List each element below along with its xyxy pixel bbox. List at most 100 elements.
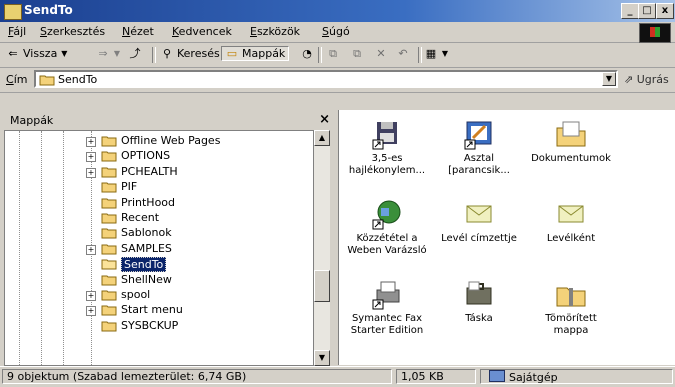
copy-to-button[interactable]: ⧉ [350,47,364,60]
expand-toggle-icon[interactable]: + [86,306,96,317]
file-item[interactable]: Táska [433,278,525,325]
forward-button[interactable]: ⇒ ▼ [96,47,121,60]
desktop-shortcut-icon [464,121,492,150]
folder-icon [101,290,117,301]
status-zone: Sajátgép [480,369,673,384]
copy-to-icon: ⧉ [353,47,361,60]
file-item[interactable]: Tömörített mappa [525,278,617,337]
tree-item-label: Offline Web Pages [121,134,221,147]
file-list-pane: 3,5-es hajlékonylem... Asztal [parancsik...… [338,110,675,365]
status-size: 1,05 KB [396,369,476,384]
history-icon: ◔ [302,47,312,60]
tree-item[interactable]: + PCHEALTH [5,164,313,180]
file-label-line1: Tömörített [545,313,597,324]
file-label-line1: Táska [465,313,493,324]
file-item-label: 3,5-es hajlékonylem... [341,153,433,177]
expand-toggle-icon[interactable]: + [86,152,96,163]
folder-icon [101,136,117,147]
menu-favorites[interactable]: Kedvencek [172,25,232,38]
my-documents-icon [556,121,586,147]
folder-icon [101,244,117,255]
go-label: Ugrás [636,73,669,86]
close-pane-button[interactable]: × [319,112,330,127]
dropdown-arrow-icon: ▼ [61,49,68,58]
file-item[interactable]: Közzététel a Weben Varázsló [341,198,433,257]
scroll-thumb[interactable] [314,270,330,302]
file-item[interactable]: Levélként [525,198,617,245]
tree-item[interactable]: SendTo [5,257,313,273]
close-button[interactable]: x [656,3,674,19]
dropdown-arrow-icon: ▼ [441,49,449,58]
tree-item[interactable]: ShellNew [5,272,313,288]
file-item[interactable]: Levél címzettje [433,198,525,245]
tree-item[interactable]: + Offline Web Pages [5,134,313,149]
tree-item-label: PCHEALTH [121,164,178,178]
tree-item[interactable]: Sablonok [5,226,313,241]
move-to-button[interactable]: ⧉ [326,47,340,60]
search-button[interactable]: ⚲ Keresés [160,47,220,60]
menu-edit[interactable]: Szerkesztés [40,25,105,38]
folders-button[interactable]: ▭ Mappák [221,46,290,61]
expand-toggle-icon[interactable]: + [86,167,96,178]
address-input[interactable]: SendTo ▼ [34,70,618,88]
file-label-line2: Weben Varázsló [347,245,427,256]
tree-item[interactable]: + OPTIONS [5,149,313,164]
file-label-line1: 3,5-es [371,153,403,164]
menu-help[interactable]: Súgó [322,25,350,38]
tree-item[interactable]: + SAMPLES [5,242,313,257]
scroll-up-button[interactable]: ▲ [314,130,330,146]
address-dropdown-button[interactable]: ▼ [602,72,616,86]
go-button[interactable]: ⇗ Ugrás [624,73,669,86]
file-label-line2: [parancsik... [448,165,510,176]
views-button[interactable]: ▦ ▼ [424,47,449,60]
up-folder-button[interactable]: ⤴ [128,47,142,60]
tree-item-label: ShellNew [121,272,172,286]
tree-item-label: spool [121,288,151,301]
file-item-label: Táska [433,313,525,325]
maximize-button[interactable]: □ [638,3,656,19]
folder-icon [101,275,117,286]
expand-toggle-icon[interactable]: + [86,244,96,255]
menu-view[interactable]: Nézet [122,25,154,38]
folder-icon [101,167,117,178]
title-bar: SendTo _ □ x [0,0,675,22]
tree-item-label: SendTo [121,257,167,273]
mail-envelope-icon [558,205,584,223]
file-item[interactable]: Dokumentumok [525,118,617,165]
scroll-down-button[interactable]: ▼ [314,350,330,366]
tree-item-label: PrintHood [121,195,176,209]
folders-label: Mappák [242,47,286,60]
file-label-line1: Levél címzettje [441,233,517,244]
file-item[interactable]: Symantec Fax Starter Edition [341,278,433,337]
address-label: Cím [6,73,28,86]
expand-toggle-icon[interactable]: + [86,137,96,147]
folder-icon [4,4,22,20]
history-button[interactable]: ◔ [300,47,314,60]
tree-item[interactable]: + Start menu [5,303,313,318]
search-icon: ⚲ [162,47,172,60]
expand-toggle-icon[interactable]: + [86,291,96,301]
file-item[interactable]: 3,5-es hajlékonylem... [341,118,433,177]
toolbar-separator [318,47,322,63]
undo-button[interactable]: ↶ [396,47,410,60]
address-bar: Cím SendTo ▼ ⇗ Ugrás [0,68,675,93]
folder-pane-header: Mappák × [4,110,334,130]
folder-tree-scrollbar[interactable]: ▲ ▼ [314,130,330,366]
menu-tools[interactable]: Eszközök [250,25,300,38]
file-item-label: Asztal [parancsik... [433,153,525,177]
status-object-count: 9 objektum (Szabad lemezterület: 6,74 GB… [2,369,392,384]
tree-item[interactable]: PIF [5,180,313,195]
move-to-icon: ⧉ [329,47,337,60]
tree-item[interactable]: PrintHood [5,195,313,211]
file-label-line1: Közzététel a [356,233,418,244]
go-arrow-icon: ⇗ [624,73,634,86]
file-item[interactable]: Asztal [parancsik... [433,118,525,177]
tree-item[interactable]: Recent [5,211,313,226]
menu-file[interactable]: Fájl [8,25,26,38]
delete-button[interactable]: ✕ [374,47,388,60]
back-button[interactable]: ⇐ Vissza ▼ [6,47,68,60]
tree-item[interactable]: SYSBCKUP [5,319,313,334]
tree-item[interactable]: + spool [5,288,313,303]
minimize-button[interactable]: _ [621,3,639,19]
briefcase-icon [466,281,492,305]
